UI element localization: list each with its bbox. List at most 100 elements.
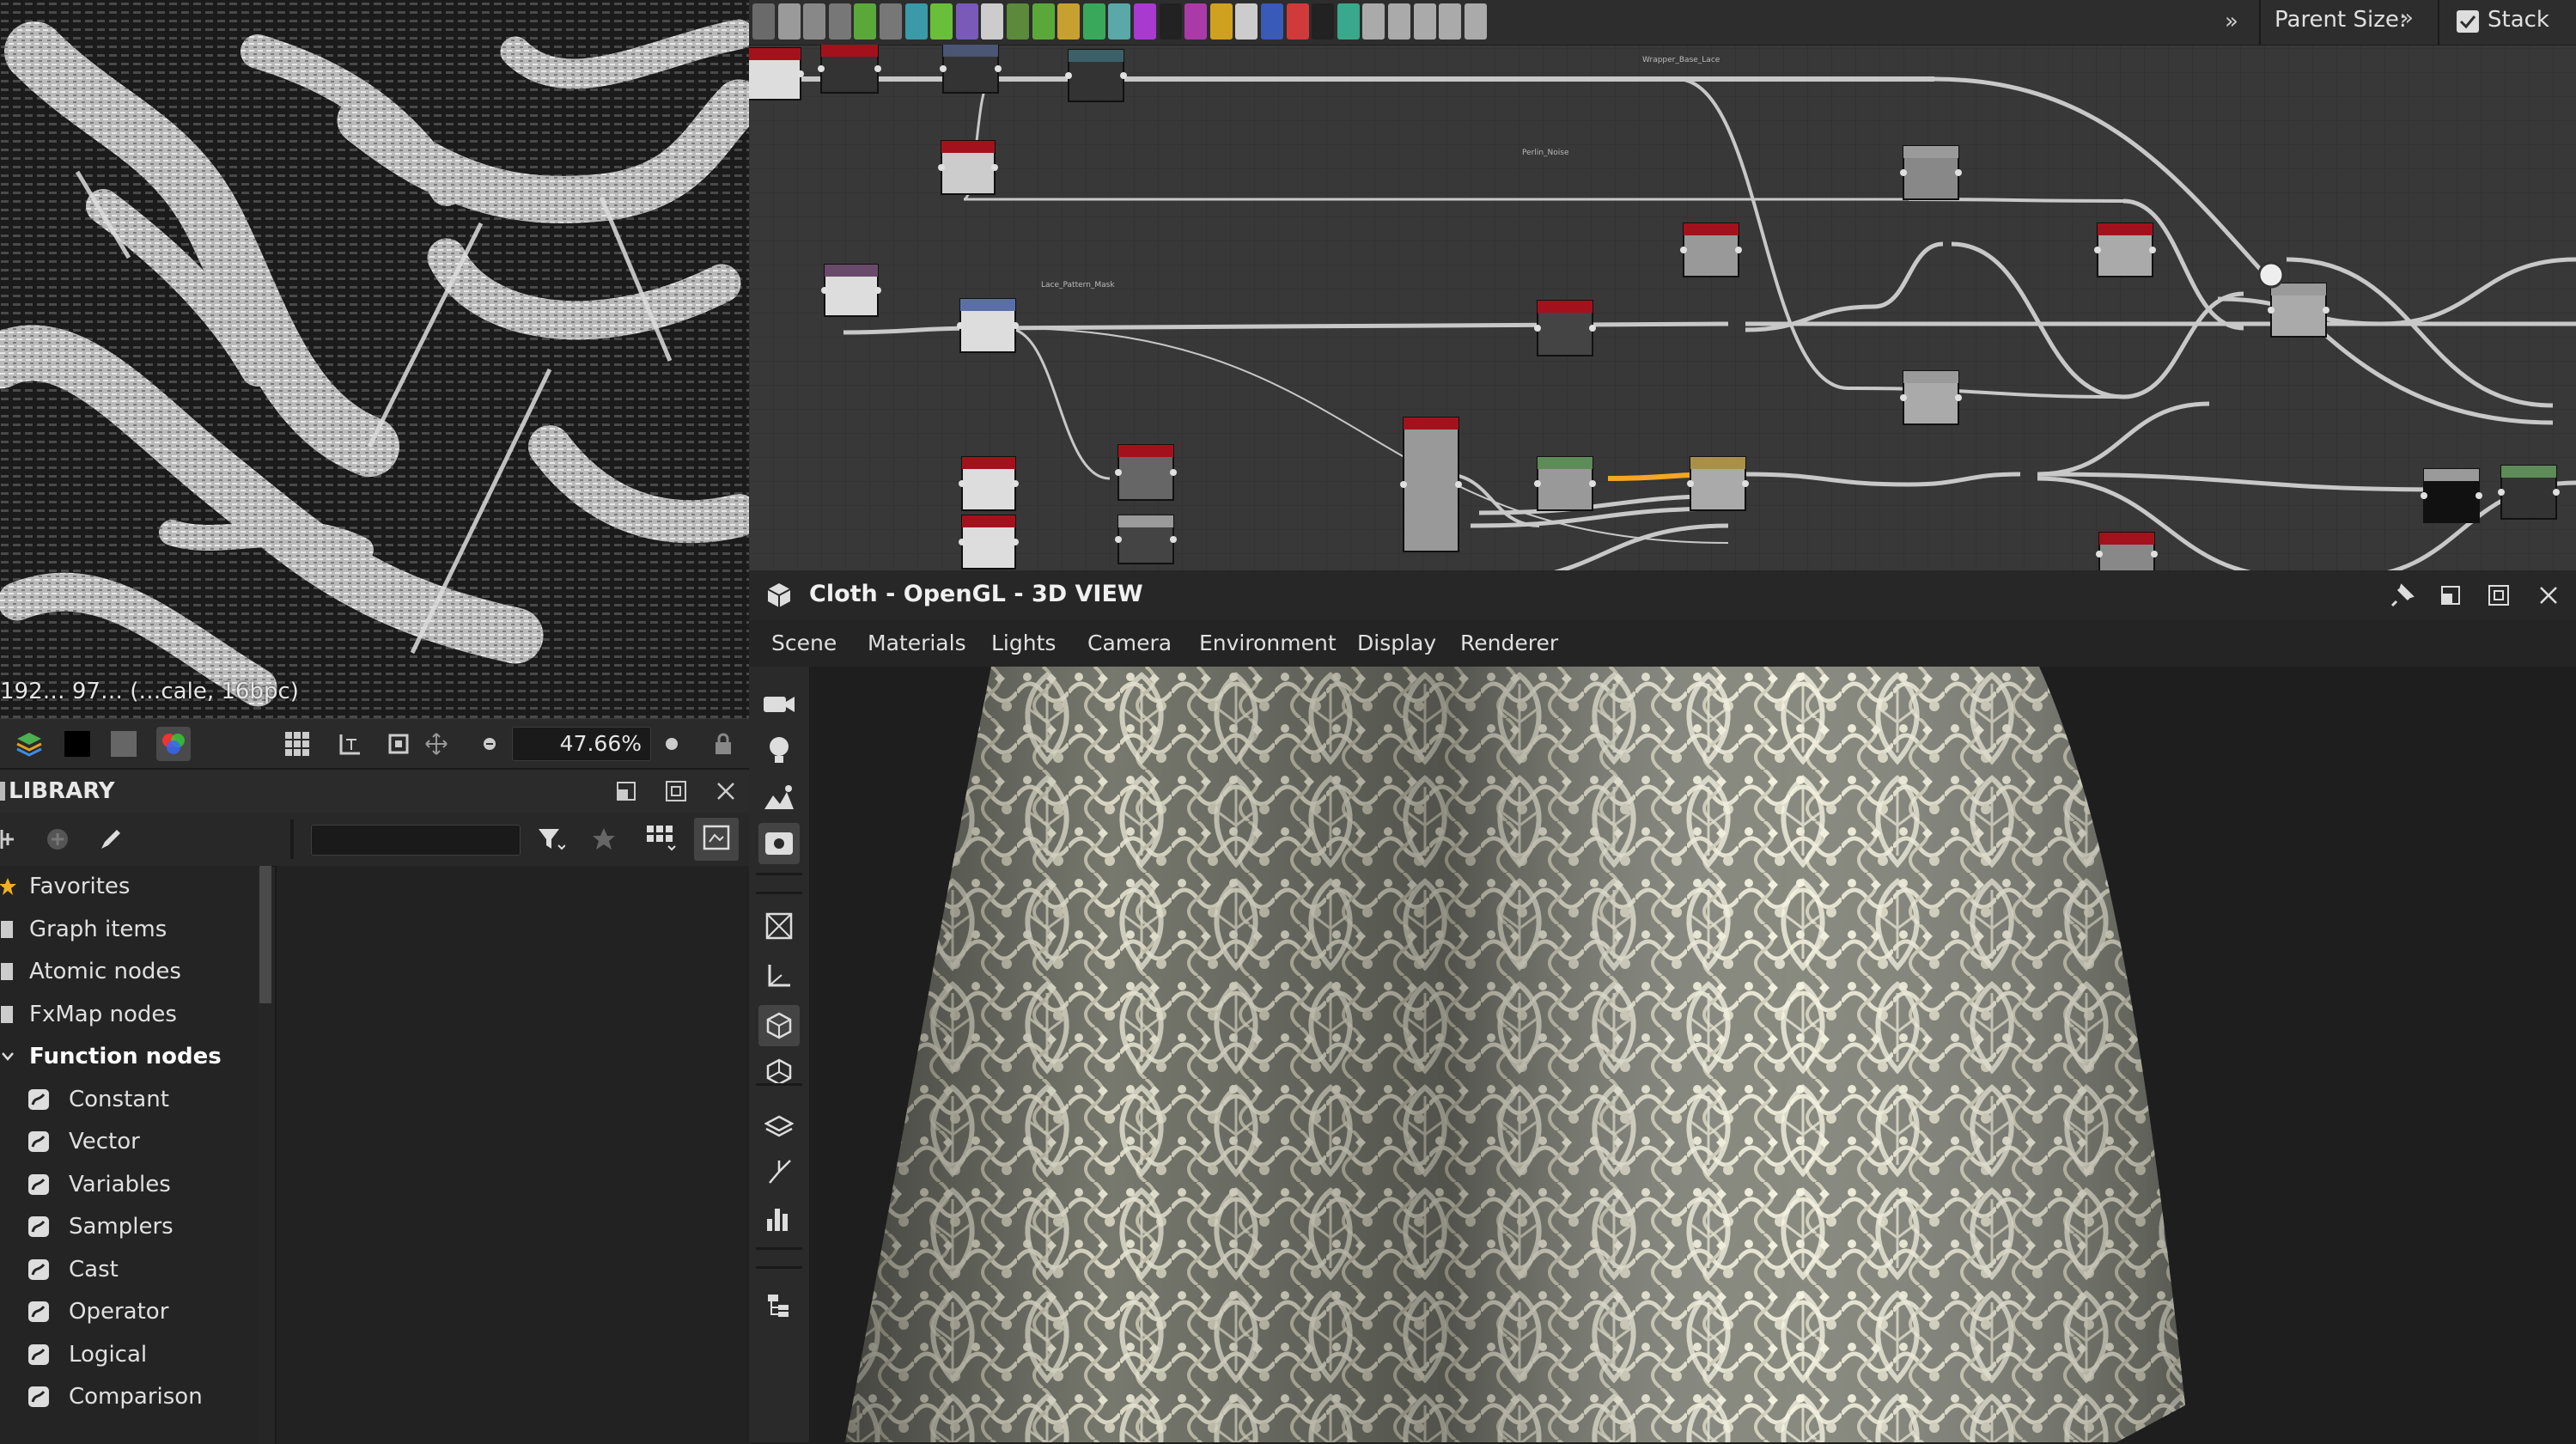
graph-node-header[interactable] [2099,533,2154,545]
graph-node-input-port[interactable] [940,65,947,72]
graph-node-output-port[interactable] [1742,480,1749,487]
stack-checkbox[interactable] [2457,10,2479,33]
histogram-icon[interactable] [758,1197,800,1239]
graph-node-header[interactable] [2424,469,2479,481]
graph-node-input-port[interactable] [2096,551,2103,557]
pixel-ruler-icon[interactable] [333,727,368,761]
graph-node-input-port[interactable] [959,539,965,545]
library-tree-item[interactable]: Graph items [0,909,258,950]
graph-node-header[interactable] [1903,371,1958,383]
paint-icon[interactable] [1032,3,1055,40]
settings-icon[interactable] [758,823,800,864]
menu-scene[interactable]: Scene [771,631,837,655]
slider-icon[interactable] [1057,3,1081,40]
graph-node-output-port[interactable] [1012,322,1019,329]
uv-icon[interactable] [758,1151,800,1192]
graph-node-input-port[interactable] [2421,492,2427,499]
graph-node-output-port[interactable] [1170,536,1177,543]
drop-icon[interactable] [803,3,826,40]
graph-node-output-port[interactable] [1455,481,1462,488]
graph-node-header[interactable] [1684,223,1739,235]
layers-icon[interactable] [758,1106,800,1148]
graph-node-output-port[interactable] [1589,325,1596,332]
warp-icon[interactable] [904,3,928,40]
pin-icon[interactable] [2390,582,2415,612]
library-tree-item[interactable]: Favorites [0,866,258,907]
graph-node-output-port[interactable] [2553,489,2560,496]
graph-node-header[interactable] [749,48,801,60]
graph-node-header[interactable] [2501,466,2556,478]
light-bulb-icon[interactable] [758,730,800,771]
circle-icon[interactable] [955,3,978,40]
graph-node-header[interactable] [1903,146,1958,158]
pan-icon[interactable] [419,727,454,761]
graph-node-input-port[interactable] [818,65,825,72]
graph-node-header[interactable] [1690,457,1745,469]
preview-toggle-icon[interactable] [694,818,739,861]
checker-background-icon[interactable] [107,727,141,761]
graph-node-header[interactable] [962,457,1015,469]
black-background-icon[interactable] [60,727,94,761]
environment-icon[interactable] [758,777,800,818]
graph-node-input-port[interactable] [938,164,945,171]
graph-node-output-port[interactable] [995,65,1002,72]
library-tree-item[interactable]: FxMap nodes [0,994,258,1035]
maximize-panel-icon[interactable] [665,780,687,806]
library-tree-item[interactable]: Samplers [0,1206,258,1247]
graph-node-label[interactable]: Lace_Pattern_Mask [1041,281,1115,289]
graph-canvas[interactable]: Wrapper_Base_Lace Perlin_Noise Lace_Patter… [749,45,2576,570]
library-tree-item[interactable]: Comparison [0,1376,258,1417]
graph-node-output-port[interactable] [991,164,998,171]
graph-editor[interactable]: » Parent Size: » Stack Wrapper_Base_Lace… [749,0,2576,570]
graph-node-input-port[interactable] [2498,489,2505,496]
colorpick-icon[interactable] [880,3,902,40]
graph-node-output-port[interactable] [2151,551,2158,557]
menu-renderer[interactable]: Renderer [1460,631,1558,655]
filter-icon[interactable] [536,825,566,857]
library-tree-item[interactable]: Function nodes [0,1036,258,1077]
noise-icon[interactable] [1159,3,1182,40]
graph-node-input-port[interactable] [2268,307,2275,314]
comment-icon[interactable] [1464,3,1487,40]
zoom-out-icon[interactable] [472,727,507,761]
library-tree-item[interactable]: Cast [0,1249,258,1290]
image-icon[interactable] [752,3,775,40]
blend-icon[interactable] [1082,3,1105,40]
tile-grid-icon[interactable] [280,727,314,761]
graph-node[interactable] [1403,417,1459,552]
map-icon[interactable] [1337,3,1360,40]
curve-tool-icon[interactable] [1184,3,1208,40]
graph-node-input-port[interactable] [1065,72,1072,79]
color-display-icon[interactable] [156,727,191,761]
close-panel-icon[interactable] [715,780,737,806]
graph-node-label[interactable]: Wrapper_Base_Lace [1642,56,1720,64]
panel-icon[interactable] [1388,3,1410,40]
graph-node-output-port[interactable] [874,287,881,294]
close-panel-icon[interactable] [2537,584,2560,610]
shuffle-icon[interactable] [828,3,851,40]
add-resource-icon[interactable] [45,826,70,856]
axis-icon[interactable] [758,955,800,996]
graph-node-input-port[interactable] [1115,469,1122,476]
note-icon[interactable] [1439,3,1462,40]
fill-icon[interactable] [1286,3,1309,40]
export-icon[interactable] [1007,3,1029,40]
graph-node-header[interactable] [962,515,1015,527]
graph-node-header[interactable] [2098,223,2153,235]
channels-icon[interactable] [12,727,46,761]
graph-node-output-port[interactable] [2149,247,2156,253]
transform-icon[interactable] [1261,3,1283,40]
graph-node-input-port[interactable] [957,322,964,329]
zoom-in-icon[interactable] [655,727,689,761]
graph-node-output-port[interactable] [874,65,881,72]
library-tree-item[interactable]: Vector [0,1121,258,1162]
graph-node-header[interactable] [1404,417,1459,430]
grid-icon[interactable] [981,3,1004,40]
fit-view-icon[interactable] [381,727,416,761]
hue-icon[interactable] [1134,3,1156,40]
counter-icon[interactable] [1312,3,1335,40]
library-tree-item[interactable]: Variables [0,1164,258,1205]
graph-node-header[interactable] [821,45,878,57]
curve-icon[interactable] [854,3,877,40]
graph-node-header[interactable] [1538,457,1592,469]
